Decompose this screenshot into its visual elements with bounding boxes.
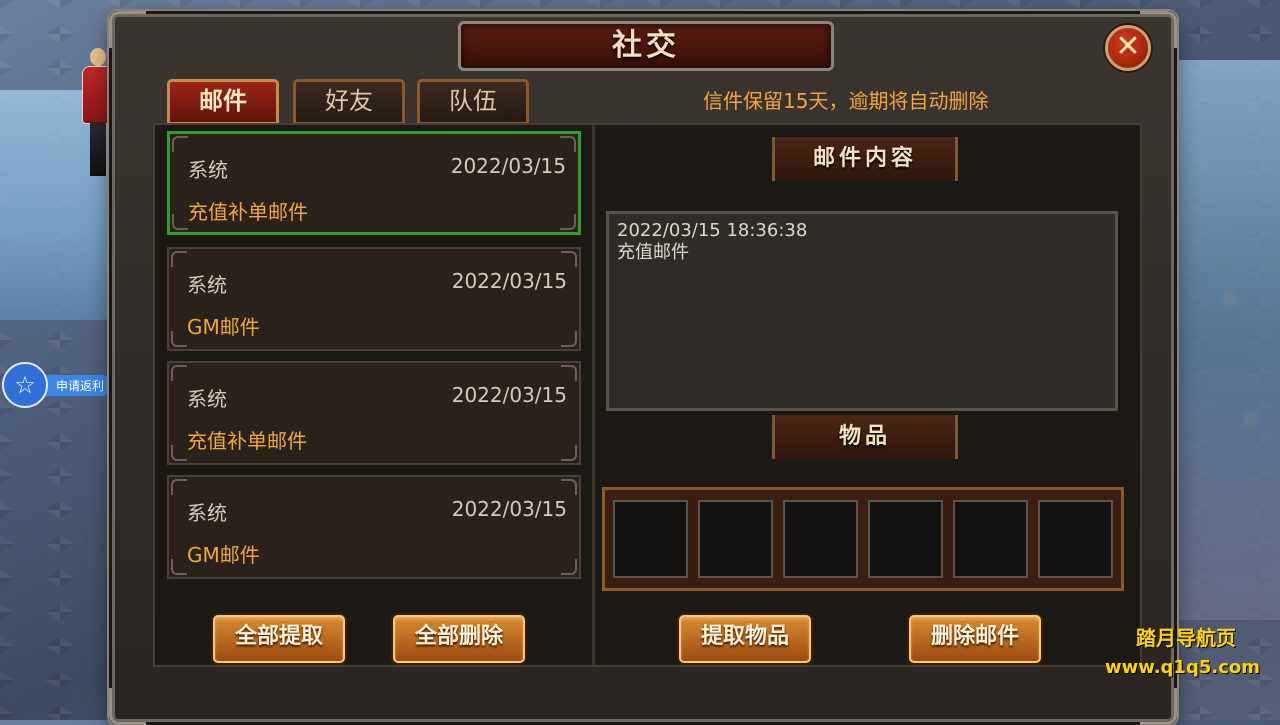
tab-mail[interactable]: 邮件 [167,79,279,125]
item-slot[interactable] [783,500,858,578]
item-slot[interactable] [698,500,773,578]
frame-corner-ornament [1140,688,1177,725]
social-panel: 社交 ✕ 邮件 好友 队伍 信件保留15天，逾期将自动删除 系统 2022/03… [109,11,1177,725]
mail-subject: GM邮件 [187,315,260,339]
retention-notice: 信件保留15天，逾期将自动删除 [703,89,989,113]
mail-list-item[interactable]: 系统 2022/03/15 充值补单邮件 [167,361,581,465]
mail-date: 2022/03/15 [451,269,567,293]
delete-all-button[interactable]: 全部删除 [393,615,525,663]
tab-friends[interactable]: 好友 [293,79,405,125]
mail-date: 2022/03/15 [450,154,566,178]
claim-items-button[interactable]: 提取物品 [679,615,811,663]
attachment-items [602,487,1124,591]
panel-title: 社交 [458,21,834,71]
star-icon[interactable]: ☆ [2,362,48,408]
mail-sender: 系统 [187,501,227,525]
mail-body-area: 系统 2022/03/15 充值补单邮件 系统 2022/03/15 GM邮件 … [153,123,1142,667]
delete-mail-button[interactable]: 删除邮件 [909,615,1041,663]
close-icon[interactable]: ✕ [1105,25,1151,71]
mail-sender: 系统 [188,158,228,182]
mail-subject: 充值补单邮件 [188,200,308,224]
mail-sender: 系统 [187,273,227,297]
claim-all-button[interactable]: 全部提取 [213,615,345,663]
frame-corner-ornament [109,11,146,48]
mail-subject: GM邮件 [187,543,260,567]
items-heading: 物品 [772,415,958,459]
item-slot[interactable] [613,500,688,578]
frame-corner-ornament [109,688,146,725]
watermark-title: 踏月导航页 [1136,626,1236,650]
panel-divider [592,125,595,665]
item-slot[interactable] [953,500,1028,578]
mail-list-item[interactable]: 系统 2022/03/15 GM邮件 [167,247,581,351]
mail-subject: 充值补单邮件 [187,429,307,453]
mail-timestamp: 2022/03/15 18:36:38 [617,220,808,241]
rebate-button[interactable]: ☆ 申请返利 [2,362,113,408]
mail-content-box: 2022/03/15 18:36:38 充值邮件 [606,211,1118,411]
mail-list-item[interactable]: 系统 2022/03/15 GM邮件 [167,475,581,579]
item-slot[interactable] [1038,500,1113,578]
item-slot[interactable] [868,500,943,578]
mail-date: 2022/03/15 [451,497,567,521]
mail-content-heading: 邮件内容 [772,137,958,181]
mail-date: 2022/03/15 [451,383,567,407]
mail-body-text: 充值邮件 [617,242,689,263]
watermark-url: www.q1q5.com [1104,657,1260,678]
tab-team[interactable]: 队伍 [417,79,529,125]
site-watermark: 踏月导航页 www.q1q5.com [1105,622,1260,678]
mail-sender: 系统 [187,387,227,411]
mail-list-item[interactable]: 系统 2022/03/15 充值补单邮件 [167,131,581,235]
rebate-label[interactable]: 申请返利 [44,374,113,396]
